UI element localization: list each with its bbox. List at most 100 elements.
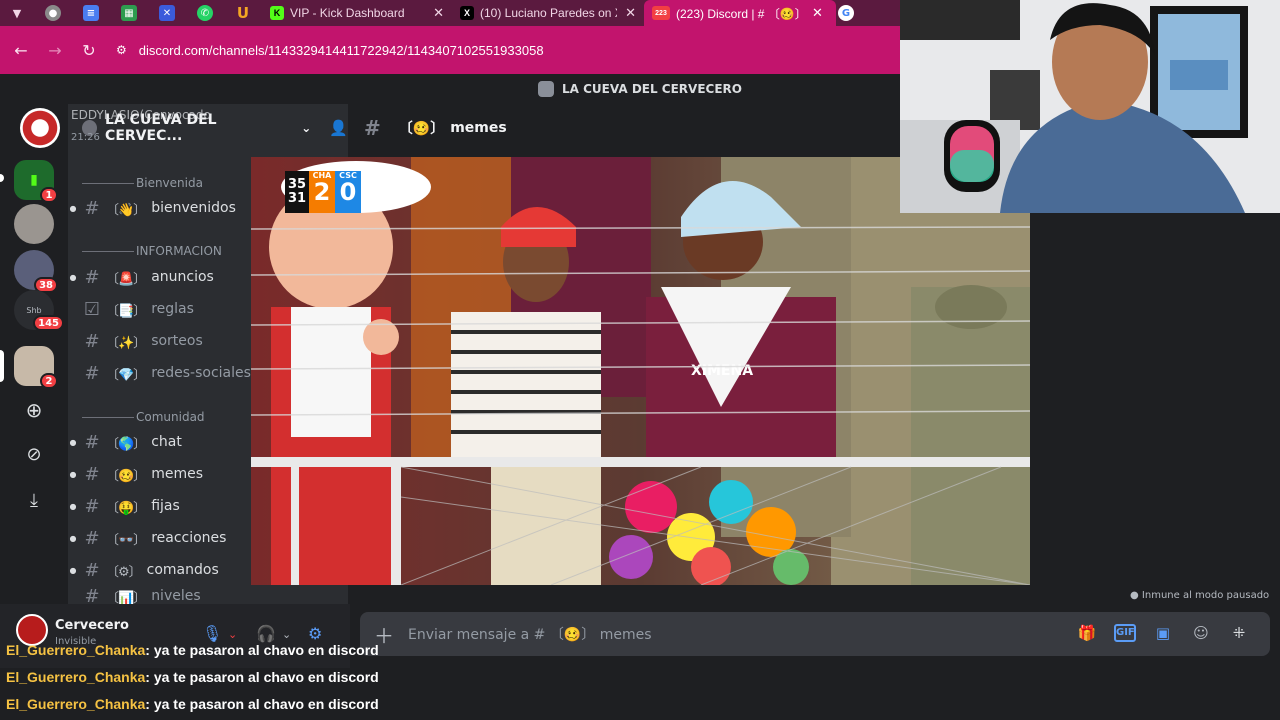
channel-emoji: 〔💎〕 [106,367,146,383]
divider [82,182,134,184]
unread-dot: ● [69,533,77,543]
server-list: ▮ 1 38 Shb 145 2 ⊕ ⊘ ⤓ [0,104,68,668]
download-icon[interactable]: ⤓ [14,480,54,520]
channel-header: # 〔🥴〕 memes [352,112,507,144]
hash-icon: # [84,330,100,352]
site-settings-icon[interactable]: ⚙ [116,43,127,57]
divider [82,416,134,418]
chrome-icon: ● [45,5,61,21]
channel-name: bienvenidos [151,200,236,216]
new-tab-google[interactable]: G [836,0,856,26]
chat-message: El_Guerrero_Chanka: ya te pasaron al cha… [6,696,379,712]
kick-icon: ▮ [30,172,38,188]
meme-video[interactable]: XIMENA 35 31 CHA 2 CSC 0 [251,157,1030,585]
scoreboard-minutes: 35 31 [285,171,309,213]
unread-badge: 2 [40,373,58,389]
tab-x-twitter[interactable]: X (10) Luciano Paredes on X ✕ [452,0,644,26]
channel-emoji: 〔📊〕 [106,590,146,605]
minute-top: 35 [287,176,307,192]
tab-label: (10) Luciano Paredes on X [480,6,618,20]
chat-text: : ya te pasaron al chavo en discord [145,696,379,712]
user-name: Cervecero [55,618,129,633]
divider [82,250,134,252]
explore-icon[interactable]: ⊘ [14,434,54,474]
channel-emoji: 〔👋〕 [106,202,146,218]
category-label: INFORMACION [136,244,222,258]
tab-search-chevron-icon[interactable]: ▼ [0,0,34,26]
discord-badge-icon: 223 [652,6,670,20]
server-crest[interactable] [20,108,60,148]
channel-title: memes [450,120,507,136]
url-field[interactable]: ⚙ discord.com/channels/11433294144117229… [116,43,544,58]
channel-name: sorteos [151,333,203,349]
chat-author: El_Guerrero_Chanka [6,669,146,685]
add-server-icon[interactable]: ⊕ [14,390,54,430]
url-text: discord.com/channels/1143329414411722942… [138,42,544,58]
tab-kick-dashboard[interactable]: K VIP - Kick Dashboard ✕ [262,0,452,26]
chat-message: El_Guerrero_Chanka: ya te pasaron al cha… [6,642,379,658]
close-icon[interactable]: ✕ [433,5,444,21]
channel-emoji: 〔🌎〕 [106,436,146,452]
back-icon[interactable]: ← [4,41,38,60]
selected-pill [0,350,4,382]
channel-emoji: 〔📑〕 [106,303,146,319]
chat-text: : ya te pasaron al chavo en discord [145,642,379,658]
shirt-text: XIMENA [691,363,753,379]
category-bienvenida[interactable]: Bienvenida [82,176,203,190]
unread-dot: ● [69,203,77,213]
server-avatar-4[interactable]: 145 [14,300,64,331]
paused-text: Inmune al modo pausado [1141,590,1270,601]
category-comunidad[interactable]: Comunidad [82,410,205,424]
pinned-tab-u[interactable]: U [224,0,262,26]
hash-icon: # [84,266,100,288]
overlay-timestamp: 21:26 [71,132,100,143]
chat-author: El_Guerrero_Chanka [6,642,146,658]
channel-emoji: 〔🥴〕 [398,121,445,137]
pinned-tab-docs[interactable]: ≡ [72,0,110,26]
pinned-tab-excalidraw[interactable]: ✕ [148,0,186,26]
hash-icon: # [84,527,100,549]
stream-chat-overlay: El_Guerrero_Chanka: ya te pasaron al cha… [0,640,1280,720]
hash-icon: # [84,197,100,219]
channel-niveles[interactable]: # 〔📊〕 niveles [68,588,348,604]
category-informacion[interactable]: INFORMACION [82,244,222,258]
unread-dot: ● [69,565,77,575]
tab-discord[interactable]: 223 (223) Discord | # 〔🥴〕m ✕ [644,0,836,26]
invite-user-icon[interactable]: 👤 [329,119,348,137]
browser-tab-bar: ▼ ● ≡ ▦ ✕ ✆ U K VIP - Kick Dashboard ✕ X… [0,0,900,26]
u-icon: U [236,4,250,22]
server-kick[interactable]: ▮ 1 [14,160,58,203]
google-icon: G [838,5,854,21]
window-title: LA CUEVA DEL CERVECERO [562,82,742,96]
overlay-user-label: EDDYLASIO(Convocado [71,108,211,122]
channel-name: chat [151,434,182,450]
channel-emoji: 〔✨〕 [106,335,146,351]
chat-message: El_Guerrero_Chanka: ya te pasaron al cha… [6,669,379,685]
channel-name: fijas [151,498,180,514]
pinned-tab-whatsapp[interactable]: ✆ [186,0,224,26]
channel-name: reglas [151,301,194,317]
google-docs-icon: ≡ [83,5,99,21]
paused-mode-label: ● Inmune al modo pausado [1130,590,1269,601]
team-a-goals: 2 [313,178,331,206]
video-frame: XIMENA [251,157,1030,585]
close-icon[interactable]: ✕ [812,5,823,21]
x-logo-icon: X [460,6,474,20]
hash-icon: # [84,559,100,581]
pinned-tab-sheets[interactable]: ▦ [110,0,148,26]
screen: ▼ ● ≡ ▦ ✕ ✆ U K VIP - Kick Dashboard ✕ X… [0,0,1280,720]
reload-icon[interactable]: ↻ [72,41,106,60]
pause-icon: ● [1130,590,1139,601]
channel-emoji: 〔⚙〕 [106,564,142,580]
browser-address-bar: ← → ↻ ⚙ discord.com/channels/11433294144… [0,26,900,74]
server-avatar-5[interactable]: 2 [14,346,58,389]
server-avatar-1[interactable] [14,204,54,244]
hash-icon: # [84,588,100,604]
server-avatar-2[interactable]: 38 [14,250,58,293]
pinned-tab-chrome[interactable]: ● [34,0,72,26]
hash-icon: # [84,495,100,517]
chat-author: El_Guerrero_Chanka [6,696,146,712]
channel-name: comandos [146,562,219,578]
forward-icon[interactable]: → [38,41,72,60]
close-icon[interactable]: ✕ [625,5,636,21]
